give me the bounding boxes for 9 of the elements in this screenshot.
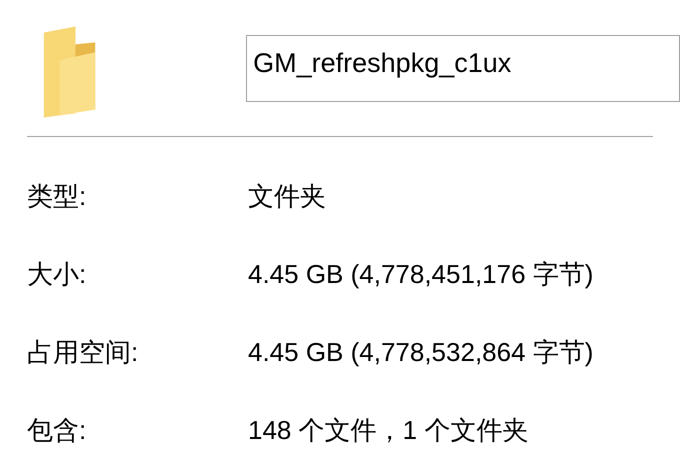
property-label: 类型: <box>27 180 88 212</box>
property-label: 包含: <box>27 414 88 446</box>
property-label: 占用空间: <box>27 336 140 368</box>
property-value: 文件夹 <box>248 180 326 212</box>
name-field[interactable]: GM_refreshpkg_c1ux <box>246 35 680 102</box>
property-value: 4.45 GB (4,778,532,864 字节) <box>248 336 594 368</box>
property-value: 148 个文件，1 个文件夹 <box>248 414 528 446</box>
property-label: 大小: <box>27 258 88 290</box>
property-value: 4.45 GB (4,778,451,176 字节) <box>248 258 594 290</box>
